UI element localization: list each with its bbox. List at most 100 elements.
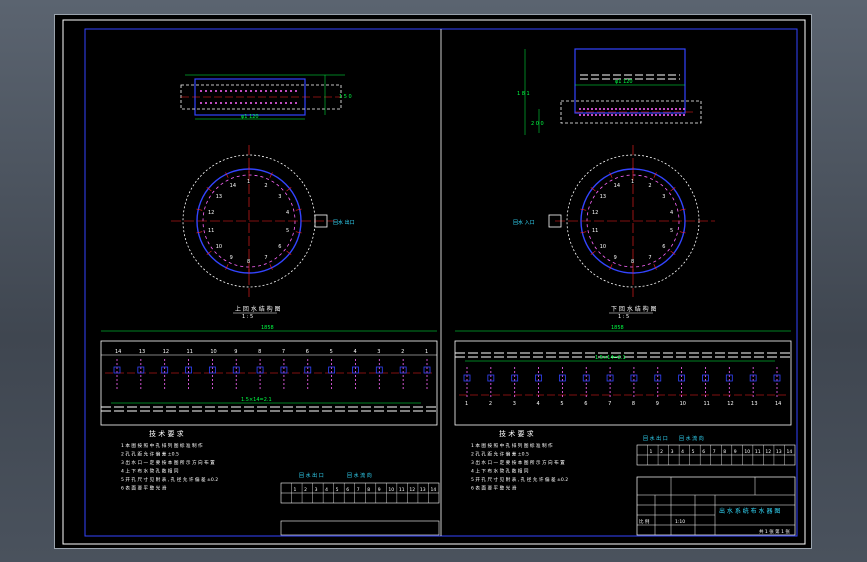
table-number: 4 xyxy=(325,487,328,493)
table-number: 8 xyxy=(723,449,726,455)
ring-hole-tick xyxy=(580,208,587,211)
tech-note: 2 孔 孔 距 允 许 偏 差 ±0.5 xyxy=(121,451,179,458)
pipe-number: 3 xyxy=(377,349,380,355)
ring-hole-number: 12 xyxy=(208,210,214,216)
tech-note: 1 本 图 按 照 中 孔 排 列 图 标 准 制 作 xyxy=(471,442,553,449)
table-number: 11 xyxy=(755,449,761,455)
table-number: 10 xyxy=(388,487,394,493)
title-block: 出 水 系 统 布 水 器 图 比 例 1:10 共 1 张 第 1 张 xyxy=(636,476,796,536)
title-left: 上 回 水 结 构 图 xyxy=(235,305,281,313)
pipe-number: 11 xyxy=(187,349,193,355)
left-table-header-a: 回 水 出 口 xyxy=(299,472,324,479)
ring-hole-number: 5 xyxy=(286,228,289,234)
table-number: 4 xyxy=(681,449,684,455)
table-number: 10 xyxy=(744,449,750,455)
table-number: 1 xyxy=(294,487,297,493)
pipe-number: 7 xyxy=(608,401,611,407)
table-number: 14 xyxy=(430,487,436,493)
label-water-out: 回水 出口 xyxy=(333,219,355,226)
left-table-header-b: 回 水 流 向 xyxy=(347,472,372,479)
ring-hole-number: 1 xyxy=(247,179,250,185)
right-ring-plan: 回水 入口 1234567891011121314 xyxy=(513,145,715,297)
pipe-number: 9 xyxy=(234,349,237,355)
dim-side-left: 1 5 0 xyxy=(339,94,352,100)
title-right: 下 回 水 结 构 图 xyxy=(611,305,657,313)
table-number: 11 xyxy=(399,487,405,493)
left-ring-plan: 回水 出口 1234567891011121314 xyxy=(171,145,355,297)
pipe-number: 10 xyxy=(210,349,216,355)
scale-label: 比 例 xyxy=(639,518,650,525)
tech-note: 3 出 水 口 一 定 要 按 本 图 所 示 方 向 布 置 xyxy=(121,459,215,466)
pipe-number: 8 xyxy=(632,401,635,407)
pipe-number: 5 xyxy=(330,349,333,355)
label-water-in: 回水 入口 xyxy=(513,219,535,226)
pipe-number: 14 xyxy=(115,349,121,355)
left-pipe-top-view: 1 5 0 φ1 120 xyxy=(180,74,352,120)
pipe-number: 4 xyxy=(353,349,356,355)
drawing-name: 出 水 系 统 布 水 器 图 xyxy=(719,507,780,515)
ring-hole-number: 3 xyxy=(278,194,281,200)
table-number: 12 xyxy=(765,449,771,455)
left-tech-notes: 技 术 要 求 1 本 图 按 照 中 孔 排 列 图 标 准 制 作 2 孔 孔… xyxy=(121,429,218,492)
ring-hole-tick xyxy=(196,208,203,211)
dim-top-width-left: 1858 xyxy=(261,325,274,331)
ring-hole-number: 7 xyxy=(648,255,651,261)
table-number: 8 xyxy=(367,487,370,493)
ring-hole-number: 2 xyxy=(264,183,267,189)
table-number: 3 xyxy=(671,449,674,455)
pipe-number: 11 xyxy=(703,401,709,407)
dim-height-right: 1 8 1 xyxy=(517,91,530,97)
pipe-number: 12 xyxy=(727,401,733,407)
right-pipe-top-view: φ1 120 1 8 1 2 0 0 xyxy=(517,48,702,135)
table-number: 1 xyxy=(650,449,653,455)
ring-hole-number: 1 xyxy=(631,179,634,185)
dim-len-right: 1.5×14=2.1 xyxy=(595,355,626,361)
ring-hole-number: 12 xyxy=(592,210,598,216)
table-number: 7 xyxy=(713,449,716,455)
ring-hole-number: 10 xyxy=(216,244,222,250)
tech-note: 1 本 图 按 照 中 孔 排 列 图 标 准 制 作 xyxy=(121,442,203,449)
scale-value: 1:10 xyxy=(675,519,685,525)
right-table-header-b: 回 水 流 向 xyxy=(679,435,704,442)
table-number: 9 xyxy=(378,487,381,493)
tech-note: 5 开 孔 尺 寸 见 附 表 , 孔 径 允 许 偏 差 ±0.2 xyxy=(121,476,218,483)
pipe-number: 10 xyxy=(680,401,686,407)
ring-hole-tick xyxy=(295,231,302,234)
dim-top-diam-left: φ1 120 xyxy=(241,114,259,120)
ring-hole-number: 13 xyxy=(600,194,606,200)
tech-note: 6 表 面 要 平 整 光 滑 xyxy=(471,485,517,492)
table-number: 6 xyxy=(346,487,349,493)
tech-title-left: 技 术 要 求 xyxy=(149,429,184,438)
cad-viewport[interactable]: 1 5 0 φ1 120 φ1 120 1 8 1 2 0 0 回水 出口 12… xyxy=(54,14,812,549)
ring-hole-tick xyxy=(679,231,686,234)
pipe-number: 1 xyxy=(425,349,428,355)
ring-hole-tick xyxy=(580,231,587,234)
table-number: 6 xyxy=(702,449,705,455)
scale-left: 1 : 5 xyxy=(242,314,253,320)
cad-drawing: 1 5 0 φ1 120 φ1 120 1 8 1 2 0 0 回水 出口 12… xyxy=(62,19,806,545)
ring-hole-number: 8 xyxy=(247,259,250,265)
tech-note: 5 开 孔 尺 寸 见 附 表 , 孔 径 允 许 偏 差 ±0.2 xyxy=(471,476,568,483)
pipe-number: 8 xyxy=(258,349,261,355)
table-number: 9 xyxy=(734,449,737,455)
ring-hole-number: 11 xyxy=(592,228,598,234)
table-number: 2 xyxy=(660,449,663,455)
ring-hole-number: 4 xyxy=(670,210,673,216)
table-number: 13 xyxy=(420,487,426,493)
pipe-number: 7 xyxy=(282,349,285,355)
pipe-number: 6 xyxy=(306,349,309,355)
ring-hole-number: 6 xyxy=(662,244,665,250)
pipe-number: 12 xyxy=(163,349,169,355)
ring-hole-number: 8 xyxy=(631,259,634,265)
ring-hole-number: 14 xyxy=(614,183,620,189)
ring-hole-number: 2 xyxy=(648,183,651,189)
pipe-number: 5 xyxy=(560,401,563,407)
pipe-number: 13 xyxy=(751,401,757,407)
pipe-number: 2 xyxy=(489,401,492,407)
ring-hole-number: 5 xyxy=(670,228,673,234)
scale-right: 1 : 5 xyxy=(618,314,629,320)
dim-right-bot: 2 0 0 xyxy=(531,121,544,127)
right-section-view: 1858 1.5×14=2.1 1 2 3 4 5 6 7 8 9 10 11 12 13 14 xyxy=(454,325,792,426)
table-number: 7 xyxy=(357,487,360,493)
ring-hole-tick xyxy=(679,208,686,211)
